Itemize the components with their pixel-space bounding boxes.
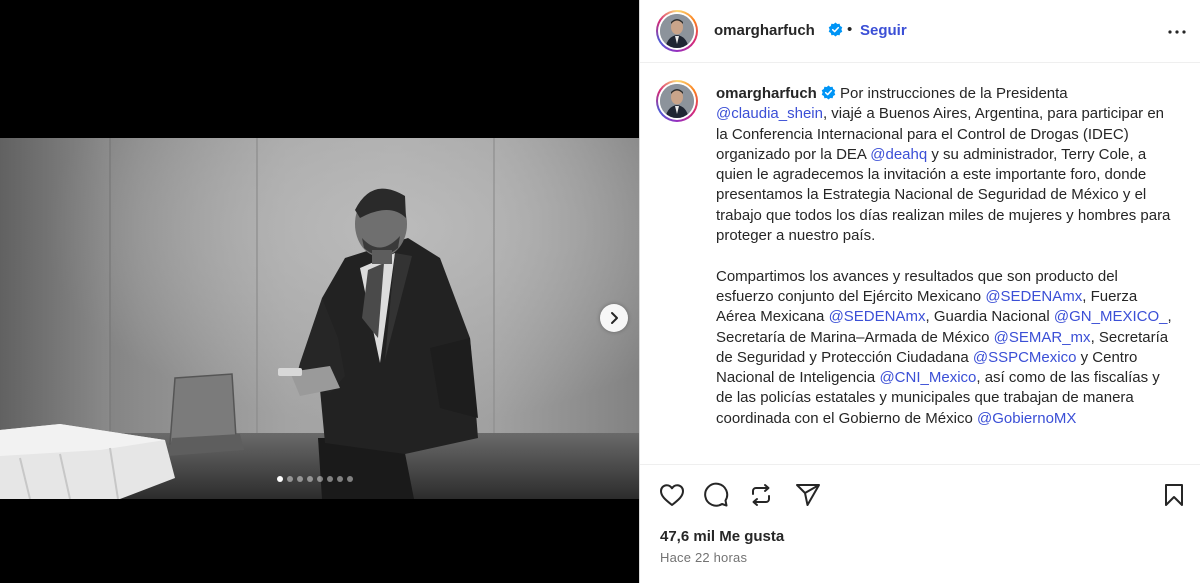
post-media [0, 0, 639, 583]
caption-text-segment: , Guardia Nacional [925, 308, 1054, 326]
verified-icon [828, 22, 843, 37]
mention-link[interactable]: @claudia_shein [716, 105, 823, 122]
avatar-photo [660, 14, 694, 48]
separator-bullet: • [847, 21, 853, 38]
repost-icon [752, 484, 770, 506]
post-sidebar: omargharfuch • Seguir omargharfuch Por i… [639, 0, 1200, 583]
carousel-dot [337, 476, 343, 482]
comment-button[interactable] [702, 481, 730, 509]
post-timestamp[interactable]: Hace 22 horas [660, 550, 747, 565]
comment-icon [704, 482, 729, 507]
carousel-dot [287, 476, 293, 482]
carousel-dot [277, 476, 283, 482]
more-horizontal-icon [1168, 30, 1186, 34]
mention-link[interactable]: @SEMAR_mx [994, 329, 1091, 346]
avatar[interactable] [656, 10, 698, 52]
mention-link[interactable]: @deahq [870, 146, 927, 163]
mention-link[interactable]: @SEDENAmx [829, 308, 926, 325]
save-button[interactable] [1160, 481, 1188, 509]
caption-text-segment: Por instrucciones de la Presidenta [835, 85, 1068, 102]
photo-illustration [0, 138, 639, 499]
more-options-button[interactable] [1165, 20, 1189, 44]
mention-link[interactable]: @SEDENAmx [985, 288, 1082, 305]
repost-button[interactable] [747, 481, 775, 509]
caption-text: omargharfuch Por instrucciones de la Pre… [716, 84, 1176, 429]
avatar-photo [660, 84, 694, 118]
post-author-username[interactable]: omargharfuch [714, 22, 815, 39]
caption-username[interactable]: omargharfuch [716, 85, 817, 102]
post-header: omargharfuch • Seguir [640, 0, 1200, 63]
carousel-dot [347, 476, 353, 482]
verified-badge [824, 22, 843, 40]
chevron-right-icon [611, 312, 618, 324]
post-actions: 47,6 mil Me gusta Hace 22 horas [640, 464, 1200, 583]
carousel-dot [317, 476, 323, 482]
mention-link[interactable]: @SSPCMexico [973, 349, 1077, 366]
bookmark-icon [1165, 484, 1183, 506]
mention-link[interactable]: @CNI_Mexico [879, 369, 976, 386]
caption-avatar[interactable] [656, 80, 698, 122]
send-icon [796, 484, 820, 506]
carousel-dot [297, 476, 303, 482]
caption-paragraph: Compartimos los avances y resultados que… [716, 267, 1176, 429]
caption-section: omargharfuch Por instrucciones de la Pre… [640, 64, 1200, 464]
like-count[interactable]: 47,6 mil Me gusta [660, 528, 784, 545]
carousel-next-button[interactable] [600, 304, 628, 332]
mention-link[interactable]: @GN_MEXICO_ [1054, 308, 1168, 325]
post-photo[interactable] [0, 138, 639, 499]
carousel-indicator [277, 476, 353, 482]
carousel-dot [307, 476, 313, 482]
verified-icon [821, 85, 836, 100]
share-button[interactable] [794, 481, 822, 509]
like-button[interactable] [658, 481, 686, 509]
mention-link[interactable]: @GobiernoMX [977, 410, 1076, 427]
heart-icon [660, 484, 684, 506]
carousel-dot [327, 476, 333, 482]
caption-paragraph: Por instrucciones de la Presidenta @clau… [716, 85, 1170, 244]
follow-button[interactable]: Seguir [860, 22, 907, 39]
